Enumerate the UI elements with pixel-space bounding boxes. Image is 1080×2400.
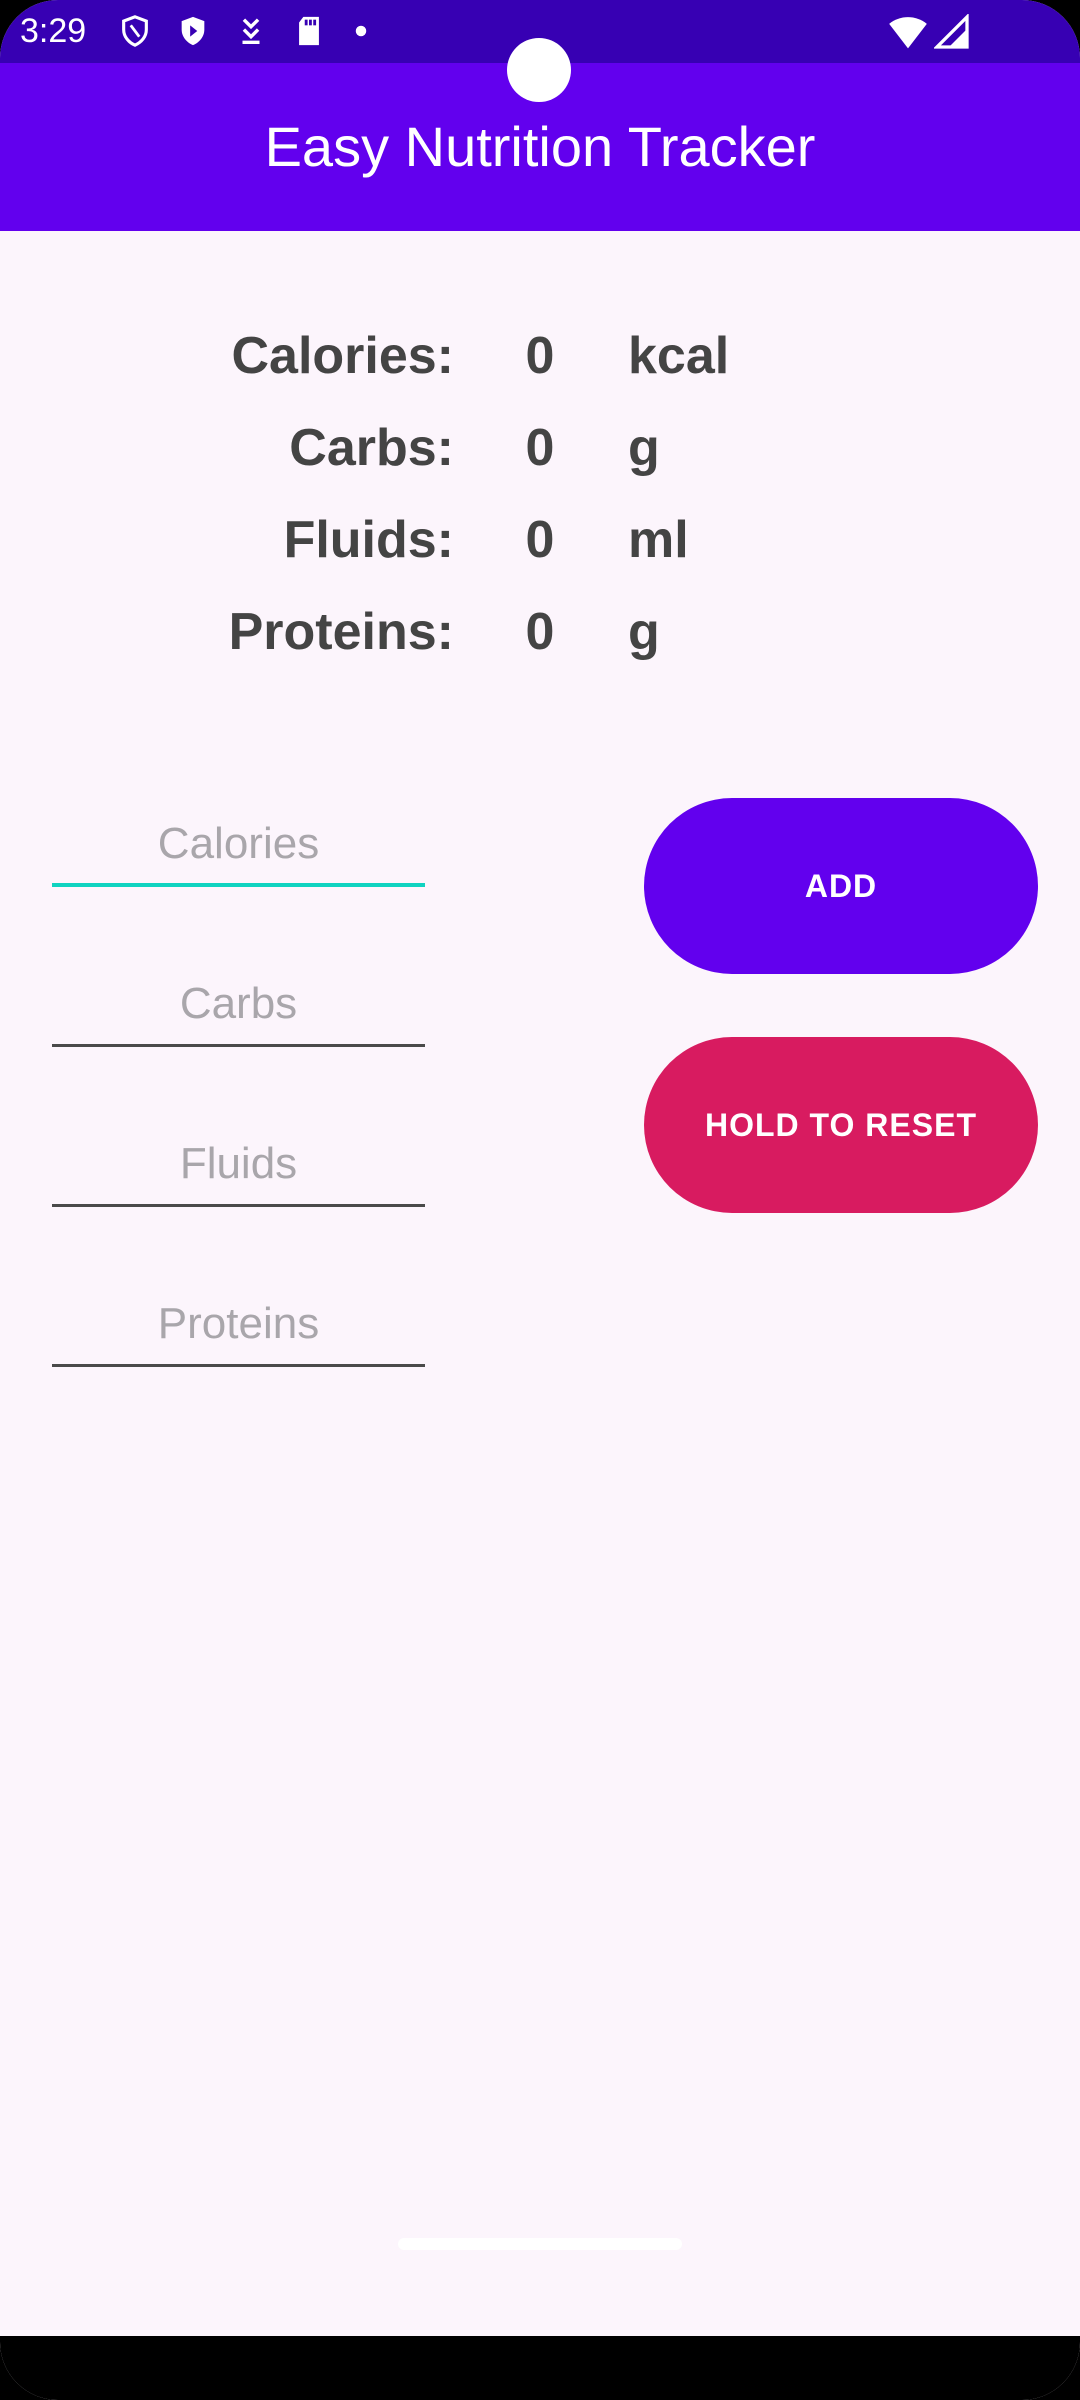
summary-row-fluids: Fluids: 0 ml (0, 494, 1080, 586)
summary-unit: g (628, 419, 660, 477)
summary-row-proteins: Proteins: 0 g (0, 586, 1080, 678)
home-gesture-handle[interactable] (398, 2238, 682, 2250)
carbs-input[interactable] (52, 967, 425, 1041)
status-time: 3:29 (20, 12, 87, 50)
calories-input[interactable] (52, 807, 425, 881)
fluids-input[interactable] (52, 1127, 425, 1201)
proteins-input[interactable] (52, 1287, 425, 1361)
summary-unit: g (628, 603, 660, 661)
hold-to-reset-button[interactable]: HOLD TO RESET (644, 1037, 1038, 1213)
summary-label: Proteins: (228, 603, 454, 661)
carbs-underline (52, 1044, 425, 1047)
shield-play-icon (176, 14, 210, 48)
add-button[interactable]: ADD (644, 798, 1038, 974)
proteins-field (52, 1287, 425, 1367)
summary-unit: kcal (628, 327, 730, 385)
summary-unit: ml (628, 511, 689, 569)
sd-card-icon (292, 14, 326, 48)
summary-row-carbs: Carbs: 0 g (0, 402, 1080, 494)
summary-value: 0 (525, 327, 555, 385)
navigation-bar (0, 2336, 1080, 2400)
carbs-field (52, 967, 425, 1047)
fluids-field (52, 1127, 425, 1207)
calories-field (52, 807, 425, 887)
camera-cutout (507, 38, 571, 102)
summary-value: 0 (525, 511, 555, 569)
summary-label: Fluids: (283, 511, 454, 569)
summary-label: Carbs: (289, 419, 454, 477)
summary-value: 0 (525, 603, 555, 661)
app-title: Easy Nutrition Tracker (264, 115, 816, 178)
summary-label: Calories: (231, 327, 454, 385)
calories-underline (52, 883, 425, 887)
download-arrow-icon (234, 14, 268, 48)
fluids-underline (52, 1204, 425, 1207)
app-screen: 3:29 Easy Nutrition Tracker Calories: 0 … (0, 0, 1080, 2400)
signal-icon (934, 14, 970, 50)
dot-icon (352, 22, 370, 40)
wifi-icon (888, 14, 928, 50)
summary-value: 0 (525, 419, 555, 477)
summary-row-calories: Calories: 0 kcal (0, 310, 1080, 402)
shield-outline-icon (118, 14, 152, 48)
proteins-underline (52, 1364, 425, 1367)
